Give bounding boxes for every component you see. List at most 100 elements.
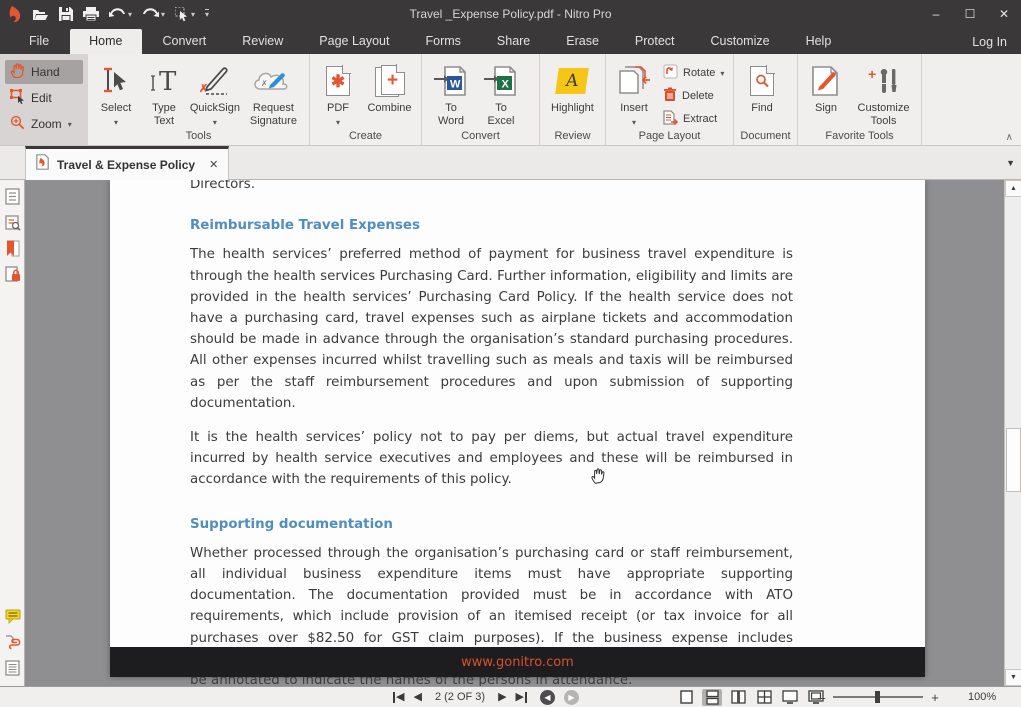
- titlebar: ▾ ▾ ▾ ▾ Travel _Expense Policy.pdf - Nit…: [0, 0, 1021, 28]
- next-page-button[interactable]: ▶: [498, 692, 506, 703]
- zoom-tool-button[interactable]: Zoom ▾: [5, 112, 83, 136]
- insert-dropdown-arrow[interactable]: ▾: [632, 116, 636, 129]
- edit-tool-button[interactable]: Edit: [5, 86, 83, 110]
- select-icon: [102, 62, 130, 100]
- redo-button[interactable]: ▾: [142, 8, 165, 21]
- rotate-button[interactable]: Rotate ▾: [660, 63, 727, 83]
- to-excel-button[interactable]: X To Excel: [478, 60, 524, 130]
- select-button[interactable]: Select ▾: [94, 60, 138, 131]
- scroll-up-button[interactable]: ▲: [1005, 180, 1021, 197]
- menu-share[interactable]: Share: [482, 29, 545, 54]
- svg-text:W: W: [450, 79, 461, 91]
- favorite-tools-group-label: Favorite Tools: [798, 130, 921, 142]
- zoom-out-button[interactable]: –: [818, 690, 825, 705]
- type-text-button[interactable]: T Type Text: [142, 60, 186, 130]
- insert-button[interactable]: Insert ▾: [612, 60, 656, 131]
- zoom-slider-handle[interactable]: [875, 691, 880, 703]
- highlight-button[interactable]: A Highlight: [546, 60, 599, 117]
- select-tool-dropdown-arrow[interactable]: ▾: [191, 10, 195, 19]
- save-button[interactable]: [59, 7, 73, 21]
- select-tool-quick-button[interactable]: ▾: [175, 7, 195, 22]
- svg-text:✗: ✗: [261, 79, 268, 88]
- log-in-button[interactable]: Log In: [972, 35, 1007, 49]
- first-page-button[interactable]: ◀: [393, 692, 404, 703]
- redo-dropdown-arrow[interactable]: ▾: [161, 10, 165, 19]
- svg-text:T: T: [159, 67, 177, 96]
- scrollbar-thumb[interactable]: [1006, 428, 1021, 492]
- extract-button[interactable]: Extract: [660, 109, 727, 129]
- zoom-level-value[interactable]: 100%: [968, 691, 996, 703]
- pages-panel-icon[interactable]: [0, 184, 25, 208]
- scroll-down-button[interactable]: ▼: [1005, 669, 1021, 686]
- collapse-ribbon-button[interactable]: ∧: [1006, 132, 1013, 143]
- customize-tools-button[interactable]: + Customize Tools: [852, 60, 915, 130]
- to-excel-label: To Excel: [483, 102, 519, 128]
- quicksign-label: QuickSign: [190, 102, 240, 115]
- rotate-dropdown-arrow[interactable]: ▾: [720, 69, 724, 78]
- edit-icon: [10, 89, 25, 107]
- customize-qat-button[interactable]: ▾: [205, 9, 209, 19]
- sign-button[interactable]: Sign: [804, 60, 848, 117]
- attachments-panel-icon[interactable]: [0, 630, 25, 654]
- page-indicator[interactable]: 2 (2 OF 3): [431, 691, 489, 703]
- minimize-button[interactable]: –: [919, 0, 953, 28]
- signatures-panel-icon[interactable]: [0, 656, 25, 680]
- page-view-modes: [676, 689, 826, 706]
- menu-erase[interactable]: Erase: [551, 29, 614, 54]
- find-button[interactable]: Find: [740, 60, 784, 117]
- menu-page-layout[interactable]: Page Layout: [304, 29, 404, 54]
- footer-link: www.gonitro.com: [461, 655, 574, 670]
- menu-home[interactable]: Home: [70, 29, 141, 54]
- undo-button[interactable]: ▾: [109, 8, 132, 21]
- menu-protect[interactable]: Protect: [620, 29, 690, 54]
- menu-review[interactable]: Review: [227, 29, 298, 54]
- document-group-label: Document: [734, 130, 797, 142]
- undo-dropdown-arrow[interactable]: ▾: [128, 10, 132, 19]
- comments-panel-icon[interactable]: [0, 604, 25, 628]
- hand-tool-button[interactable]: Hand: [5, 60, 83, 84]
- pdf-button[interactable]: ✱ PDF ▾: [316, 60, 360, 131]
- next-view-button[interactable]: ▶: [564, 690, 579, 705]
- open-file-button[interactable]: [32, 8, 49, 21]
- menu-convert[interactable]: Convert: [148, 29, 222, 54]
- tab-list-dropdown-arrow[interactable]: ▼: [1006, 158, 1015, 168]
- to-word-button[interactable]: W To Word: [428, 60, 474, 130]
- pdf-dropdown-arrow[interactable]: ▾: [336, 116, 340, 129]
- zoom-dropdown-arrow[interactable]: ▾: [68, 120, 72, 129]
- pdf-label: PDF: [327, 102, 349, 115]
- menu-help[interactable]: Help: [791, 29, 847, 54]
- zoom-in-button[interactable]: +: [931, 690, 939, 705]
- print-button[interactable]: [83, 7, 99, 21]
- find-icon: [750, 62, 774, 100]
- continuous-view-button[interactable]: [702, 689, 722, 706]
- request-signature-button[interactable]: ✗ Request Signature: [244, 60, 303, 130]
- previous-view-button[interactable]: ◀: [540, 690, 555, 705]
- close-button[interactable]: ✕: [987, 0, 1021, 28]
- insert-label: Insert: [620, 102, 648, 115]
- menu-file[interactable]: File: [14, 29, 64, 54]
- to-excel-icon: X: [483, 62, 519, 100]
- search-results-panel-icon[interactable]: [0, 210, 25, 234]
- facing-pages-view-button[interactable]: [728, 689, 748, 706]
- quicksign-button[interactable]: ✗ QuickSign ▾: [190, 60, 240, 131]
- mode-panel: Hand Edit Zoom ▾: [0, 54, 88, 145]
- continuous-facing-view-button[interactable]: [754, 689, 774, 706]
- security-panel-icon[interactable]: [0, 262, 25, 286]
- vertical-scrollbar[interactable]: ▲ ▼: [1004, 180, 1021, 686]
- delete-button[interactable]: Delete: [660, 86, 727, 106]
- menu-forms[interactable]: Forms: [410, 29, 475, 54]
- bookmarks-panel-icon[interactable]: [0, 236, 25, 260]
- last-page-button[interactable]: ▶: [516, 692, 527, 703]
- tab-close-icon[interactable]: ✕: [209, 158, 218, 171]
- combine-button[interactable]: + Combine: [364, 60, 415, 117]
- document-tab[interactable]: Travel & Expense Policy ✕: [25, 146, 229, 180]
- document-viewport[interactable]: Directors. Reimbursable Travel Expenses …: [26, 180, 1004, 686]
- maximize-button[interactable]: ☐: [953, 0, 987, 28]
- quicksign-dropdown-arrow[interactable]: ▾: [213, 116, 217, 129]
- previous-page-button[interactable]: ◀: [413, 692, 421, 703]
- fit-page-view-button[interactable]: [780, 689, 800, 706]
- select-dropdown-arrow[interactable]: ▾: [114, 116, 118, 129]
- zoom-slider[interactable]: [833, 696, 923, 698]
- single-page-view-button[interactable]: [676, 689, 696, 706]
- menu-customize[interactable]: Customize: [696, 29, 785, 54]
